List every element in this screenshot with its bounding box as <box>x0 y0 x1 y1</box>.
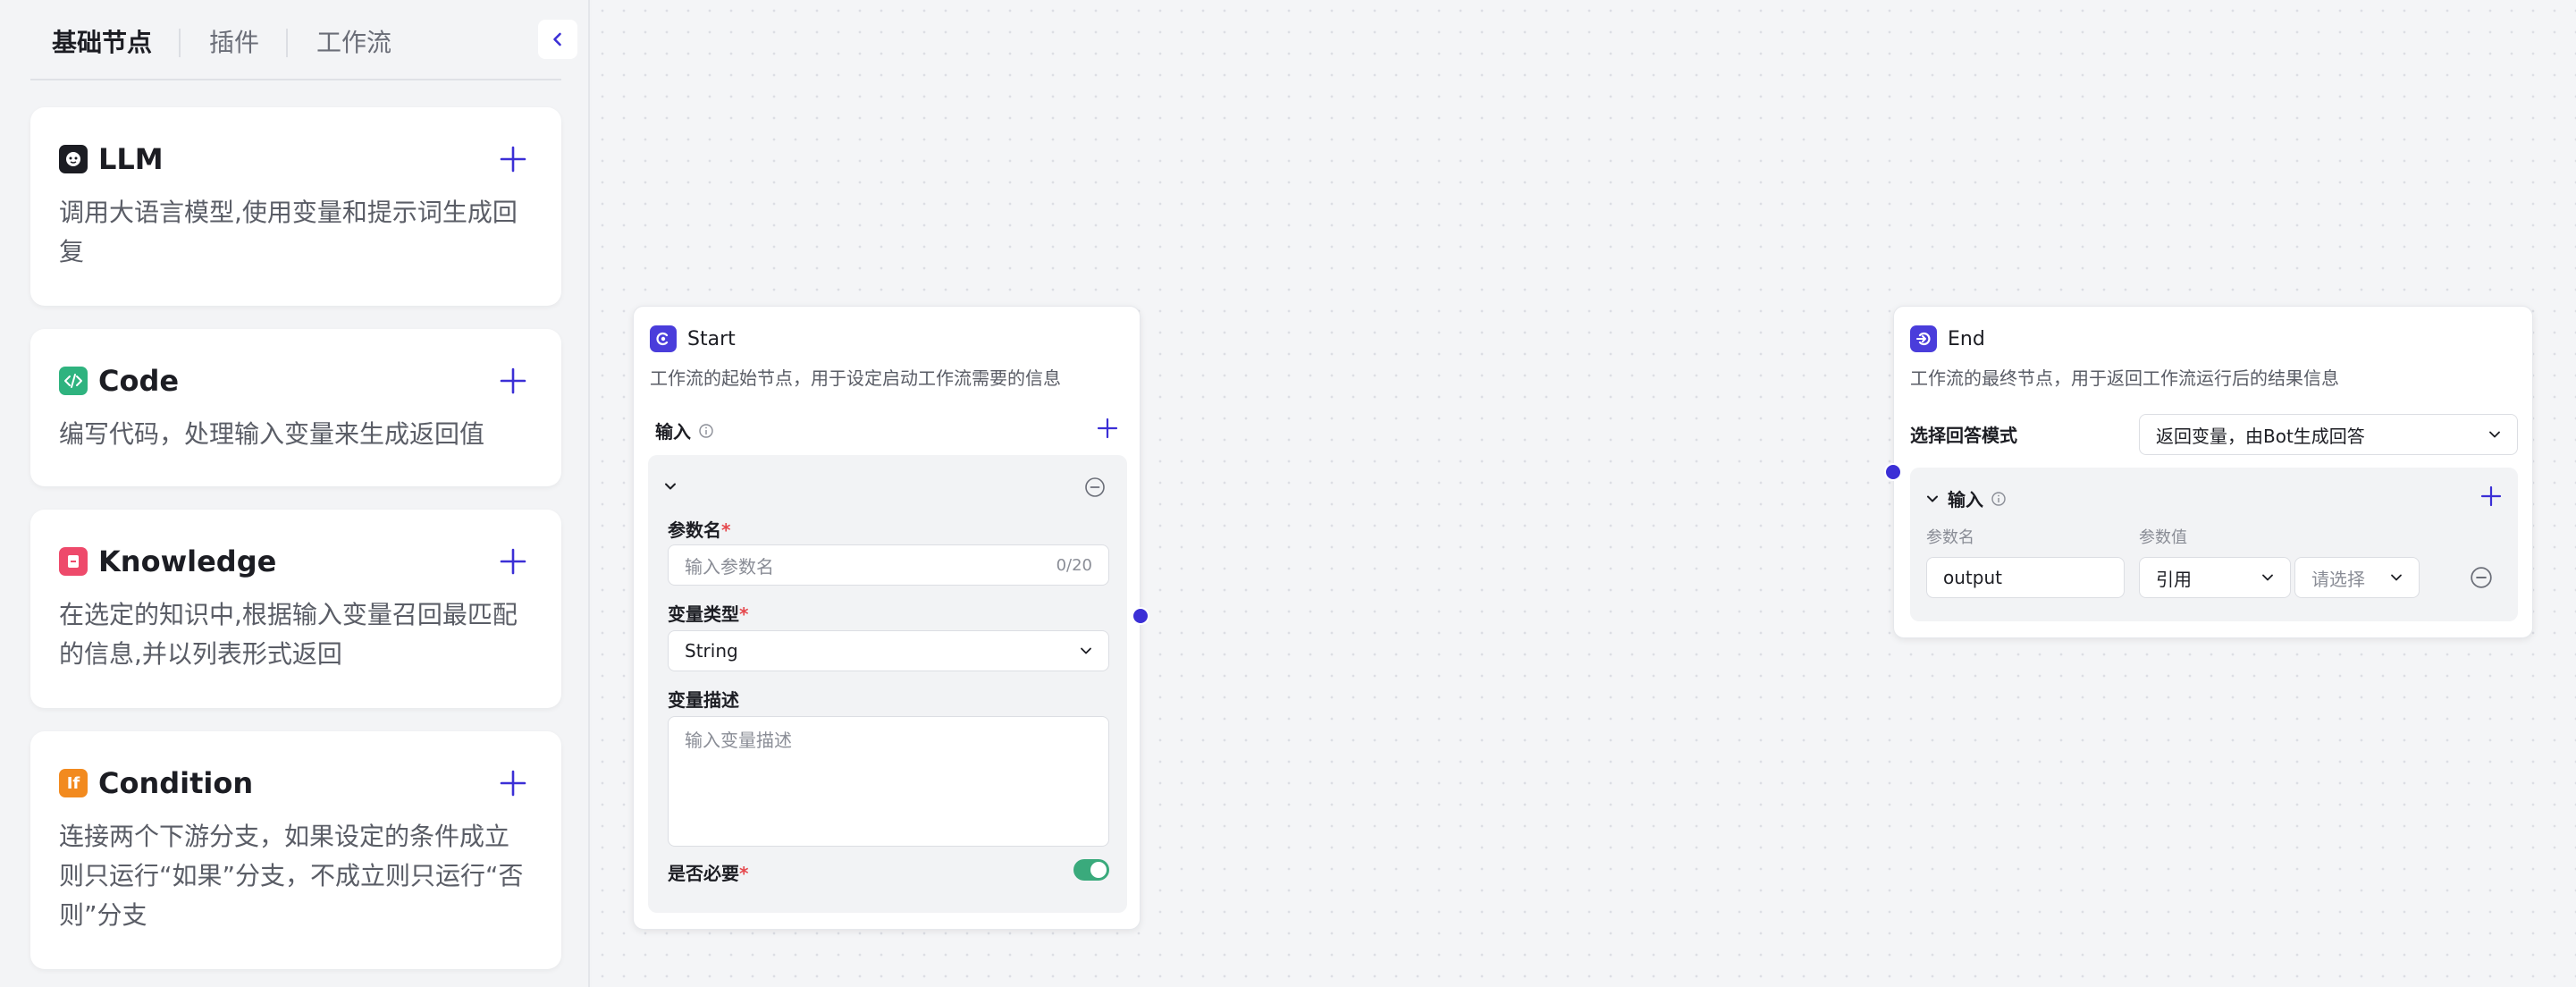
add-node-plus-icon[interactable] <box>499 145 527 173</box>
chevron-down-icon[interactable] <box>1924 491 1940 507</box>
node-card-title: Condition <box>98 766 254 800</box>
var-desc-placeholder: 输入变量描述 <box>685 730 792 751</box>
sidebar-tabbar: 基础节点 插件 工作流 <box>30 0 577 80</box>
node-card-description: 在选定的知识中,根据输入变量召回最匹配的信息,并以列表形式返回 <box>59 600 518 669</box>
add-node-plus-icon[interactable] <box>499 367 527 395</box>
char-counter: 0/20 <box>1056 555 1092 575</box>
required-toggle[interactable] <box>1073 859 1109 881</box>
end-node-icon <box>1910 325 1937 352</box>
output-param-panel: 输入 参数名 参数值 output 引用 请选择 <box>1910 468 2518 621</box>
param-name-input[interactable]: 输入参数名 0/20 <box>668 544 1109 586</box>
node-card-code[interactable]: Code 编写代码，处理输入变量来生成返回值 <box>30 329 561 486</box>
node-card-llm[interactable]: LLM 调用大语言模型,使用变量和提示词生成回复 <box>30 107 561 306</box>
required-label: 是否必要* <box>668 863 749 884</box>
answer-mode-label: 选择回答模式 <box>1910 425 2017 446</box>
param-name-label: 参数名* <box>668 519 731 541</box>
node-card-header: If Condition <box>59 763 253 803</box>
node-card-header: Code <box>59 361 179 401</box>
output-input-label: 输入 <box>1948 489 1983 510</box>
condition-icon: If <box>59 769 88 797</box>
chevron-down-icon <box>2489 431 2500 438</box>
answer-mode-value: 返回变量，由Bot生成回答 <box>2156 425 2365 447</box>
start-node-header: Start <box>650 325 736 353</box>
end-node-description: 工作流的最终节点，用于返回工作流运行后的结果信息 <box>1910 367 2339 389</box>
value-type-value: 引用 <box>2156 568 2192 590</box>
col-param-name: 参数名 <box>1926 528 1974 547</box>
var-type-label: 变量类型* <box>668 603 749 625</box>
reference-placeholder: 请选择 <box>2311 568 2365 590</box>
col-param-value: 参数值 <box>2139 528 2187 547</box>
input-param-panel: 参数名* 输入参数名 0/20 变量类型* String 变量描述 输入变量描述… <box>648 455 1127 913</box>
output-param-name-input[interactable]: output <box>1926 557 2125 598</box>
output-input-header: 输入 <box>1924 485 2007 511</box>
workflow-canvas[interactable]: Start 工作流的起始节点，用于设定启动工作流需要的信息 输入 参数名* 输入… <box>592 0 2576 987</box>
param-name-placeholder: 输入参数名 <box>685 555 774 578</box>
start-node-title: Start <box>687 327 736 350</box>
value-type-select[interactable]: 引用 <box>2139 557 2291 598</box>
chevron-down-icon[interactable] <box>662 478 678 494</box>
collapse-sidebar-button[interactable] <box>538 20 577 59</box>
node-card-description: 编写代码，处理输入变量来生成返回值 <box>59 419 485 449</box>
input-section-label: 输入 <box>655 421 691 443</box>
end-node[interactable]: End 工作流的最终节点，用于返回工作流运行后的结果信息 选择回答模式 返回变量… <box>1893 306 2533 638</box>
node-card-description: 调用大语言模型,使用变量和提示词生成回复 <box>59 198 518 266</box>
code-icon <box>59 367 88 395</box>
add-input-plus-icon[interactable] <box>1097 418 1118 439</box>
end-node-input-port[interactable] <box>1884 463 1902 481</box>
info-icon <box>1991 491 2006 506</box>
node-card-description: 连接两个下游分支，如果设定的条件成立则只运行“如果”分支，不成立则只运行“否则”… <box>59 822 524 930</box>
node-card-knowledge[interactable]: Knowledge 在选定的知识中,根据输入变量召回最匹配的信息,并以列表形式返… <box>30 510 561 708</box>
tab-basic-nodes[interactable]: 基础节点 <box>52 25 152 61</box>
remove-param-icon[interactable] <box>1084 477 1106 498</box>
node-card-title: LLM <box>98 142 164 176</box>
add-output-plus-icon[interactable] <box>2480 485 2502 507</box>
start-node-icon <box>650 325 677 352</box>
answer-mode-select[interactable]: 返回变量，由Bot生成回答 <box>2139 414 2518 455</box>
llm-icon <box>59 145 88 173</box>
chevron-left-icon <box>553 32 561 46</box>
var-type-value: String <box>685 640 738 662</box>
tab-divider <box>179 29 181 57</box>
start-node-output-port[interactable] <box>1132 607 1149 625</box>
end-node-header: End <box>1910 325 1985 353</box>
info-icon <box>699 423 713 438</box>
var-desc-label: 变量描述 <box>668 689 739 711</box>
knowledge-icon <box>59 547 88 576</box>
tab-plugins[interactable]: 插件 <box>209 25 259 61</box>
tab-divider <box>286 29 288 57</box>
add-node-plus-icon[interactable] <box>499 547 527 576</box>
var-type-select[interactable]: String <box>668 630 1109 671</box>
node-card-header: LLM <box>59 139 164 179</box>
tab-workflows[interactable]: 工作流 <box>316 25 391 61</box>
start-node-description: 工作流的起始节点，用于设定启动工作流需要的信息 <box>650 367 1061 389</box>
node-card-condition[interactable]: If Condition 连接两个下游分支，如果设定的条件成立则只运行“如果”分… <box>30 731 561 969</box>
chevron-down-icon <box>2262 574 2273 581</box>
input-section-header: 输入 <box>655 418 714 443</box>
node-card-title: Code <box>98 364 180 398</box>
node-sidebar: 基础节点 插件 工作流 LLM 调用大语言模型,使用变量和提示词生成回复 Cod… <box>0 0 590 987</box>
chevron-down-icon <box>2391 574 2402 581</box>
var-desc-textarea[interactable]: 输入变量描述 <box>668 716 1109 847</box>
node-card-header: Knowledge <box>59 542 276 581</box>
start-node[interactable]: Start 工作流的起始节点，用于设定启动工作流需要的信息 输入 参数名* 输入… <box>633 306 1141 930</box>
reference-select[interactable]: 请选择 <box>2294 557 2420 598</box>
chevron-down-icon <box>1081 647 1091 654</box>
workflow-editor: 基础节点 插件 工作流 LLM 调用大语言模型,使用变量和提示词生成回复 Cod… <box>0 0 2576 987</box>
node-card-title: Knowledge <box>98 544 277 578</box>
remove-output-param-icon[interactable] <box>2470 566 2493 589</box>
end-node-title: End <box>1948 327 1985 350</box>
add-node-plus-icon[interactable] <box>499 769 527 797</box>
output-param-name-value: output <box>1943 567 2002 588</box>
